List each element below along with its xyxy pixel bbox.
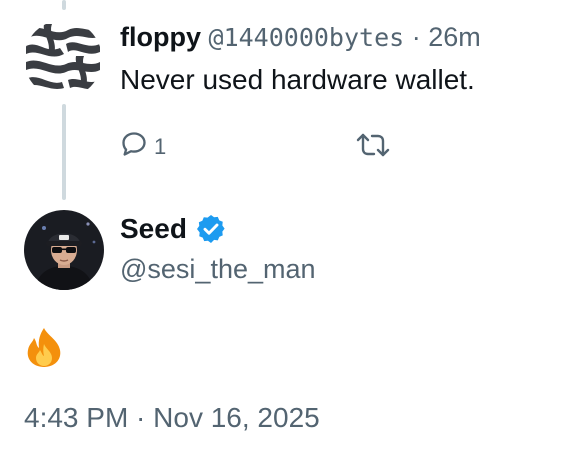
verified-badge-icon[interactable] — [195, 213, 227, 245]
author-name-text: Seed — [120, 213, 187, 244]
tweet-author-avatar[interactable] — [24, 210, 104, 290]
tweet-author-handle[interactable]: @sesi_the_man — [120, 252, 316, 286]
retweet-button[interactable] — [356, 132, 390, 163]
reply-header: floppy @1440000bytes · 26m — [120, 20, 481, 55]
reply-separator: · — [411, 22, 421, 52]
reply-author-handle[interactable]: @1440000bytes — [209, 23, 405, 52]
reply-author-name[interactable]: floppy — [120, 22, 201, 52]
thread-line — [62, 104, 66, 200]
tweet-timestamp[interactable]: 4:43 PM · Nov 16, 2025 — [24, 400, 320, 436]
tweet-text: 🔥 — [24, 326, 64, 378]
reply-author-avatar[interactable] — [24, 20, 102, 98]
thread-line-top — [62, 0, 66, 10]
reply-time[interactable]: 26m — [428, 22, 481, 52]
reply-count: 1 — [154, 133, 167, 159]
speech-bubble-icon — [120, 130, 148, 163]
reply-text: Never used hardware wallet. — [120, 64, 475, 95]
retweet-icon — [356, 132, 390, 163]
tweet-author-name[interactable]: Seed — [120, 211, 227, 247]
reply-button[interactable]: 1 — [120, 130, 166, 163]
